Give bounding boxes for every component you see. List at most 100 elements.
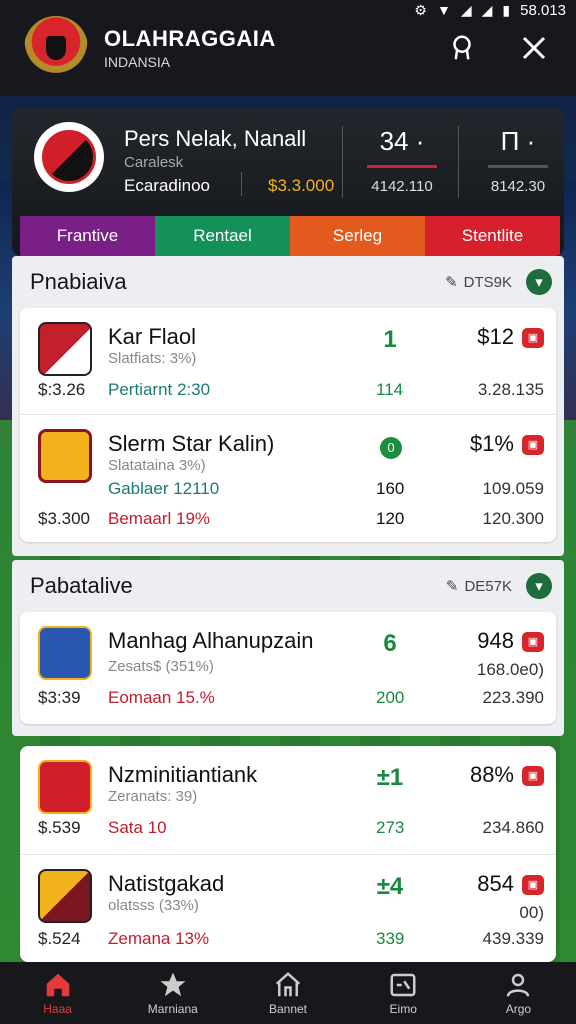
app-title: OLAHRAGGAIA: [104, 26, 276, 51]
federation-logo-icon: [24, 16, 88, 80]
team-total: 109.059: [482, 479, 544, 498]
list-item[interactable]: Natistgakad olatsss (33%) Zemana 13% $.5…: [20, 854, 556, 962]
divider: [241, 172, 242, 196]
team-total-secondary: 439.339: [482, 929, 544, 948]
club-summary-card[interactable]: Pers Nelak, Nanall Caralesk Ecaradinoo $…: [12, 108, 564, 256]
list-item[interactable]: Manhag Alhanupzain Zesats$ (351%) Eomaan…: [20, 612, 556, 724]
tab-stentlite[interactable]: Stentlite: [425, 216, 560, 256]
team-score: ±4: [376, 873, 404, 900]
section-tag[interactable]: ✎ DTS9K: [445, 273, 512, 292]
tab-rentael[interactable]: Rentael: [155, 216, 290, 256]
nav-favorites-label: Marniana: [147, 1002, 198, 1016]
team-number-secondary: 120: [376, 509, 405, 528]
club-crest-icon: [34, 122, 104, 192]
team-crest-icon: [38, 322, 92, 376]
team-name: Manhag Alhanupzain: [108, 628, 314, 653]
team-name: Kar Flaol: [108, 324, 197, 349]
match-card: Manhag Alhanupzain Zesats$ (351%) Eomaan…: [20, 612, 556, 724]
flag-icon[interactable]: ▣: [522, 632, 544, 652]
category-tabs: Frantive Rentael Serleg Stentlite: [20, 216, 560, 256]
team-name: Slerm Star Kalin): [108, 431, 275, 456]
team-price: 854: [477, 871, 514, 896]
list-item[interactable]: Kar Flaol Slatfiats: 3%) Pertiarnt 2:30 …: [20, 308, 556, 414]
expand-button[interactable]: ▾: [526, 269, 552, 295]
nav-favorites[interactable]: Marniana: [115, 962, 230, 1024]
section-header: Pnabiaiva ✎ DTS9K ▾: [12, 256, 564, 308]
app-subtitle: INDANSIA: [104, 54, 171, 70]
signal-icon: ◢: [460, 1, 472, 18]
brand-block: OLAHRAGGAIA INDANSIA: [104, 26, 276, 70]
nav-stadium[interactable]: Bannet: [230, 962, 345, 1024]
tab-frantive[interactable]: Frantive: [20, 216, 155, 256]
team-meta: Slatataina 3%): [108, 457, 206, 474]
list-item[interactable]: Nzminitiantiank Zeranats: 39) Sata 10 $.…: [20, 746, 556, 854]
close-button[interactable]: [516, 30, 552, 66]
team-detail-secondary: Bemaarl 19%: [108, 509, 211, 528]
stadium-icon: [275, 972, 301, 997]
nav-account[interactable]: Argo: [461, 962, 576, 1024]
flag-icon[interactable]: ▣: [522, 875, 544, 895]
chevron-down-icon: ▾: [535, 578, 543, 595]
team-total-secondary: 223.390: [482, 688, 544, 707]
flag-icon[interactable]: ▣: [522, 766, 544, 786]
team-value-left: $3:39: [38, 688, 81, 707]
team-total: 168.0e0): [476, 660, 544, 679]
stat-primary: 34 · 4142.110: [362, 126, 442, 195]
team-score: 1: [383, 326, 397, 353]
header-actions: [444, 30, 552, 66]
stat-secondary-value: Π ·: [500, 126, 536, 156]
settings-status-icon: ⚙: [414, 1, 427, 18]
team-price: 88%: [469, 762, 514, 787]
star-icon: [160, 972, 186, 997]
team-score: 0: [380, 437, 402, 459]
nav-scores[interactable]: Eimo: [346, 962, 461, 1024]
home-icon: [46, 973, 69, 997]
search-icon: [453, 35, 471, 60]
stat-primary-value: 34 ·: [379, 126, 425, 156]
stat-secondary: Π · 8142.30: [478, 126, 558, 195]
team-crest-icon: [38, 869, 92, 923]
section-tag-label: DTS9K: [463, 273, 512, 291]
wifi-icon: ▼: [436, 2, 451, 18]
chevron-down-icon: ▾: [535, 274, 543, 291]
team-detail: Gablaer 12110: [108, 479, 220, 498]
search-button[interactable]: [444, 30, 480, 66]
section-tag[interactable]: ✎ DE57K: [445, 577, 512, 596]
flag-icon[interactable]: ▣: [522, 435, 544, 455]
team-value-left: $.524: [38, 929, 81, 948]
team-price: $1%: [469, 431, 514, 456]
match-card: Kar Flaol Slatfiats: 3%) Pertiarnt 2:30 …: [20, 308, 556, 542]
match-card: Nzminitiantiank Zeranats: 39) Sata 10 $.…: [20, 746, 556, 962]
team-total: 00): [519, 903, 544, 922]
team-detail: Eomaan 15.%: [108, 688, 215, 707]
close-icon: [522, 36, 546, 60]
status-bar: ⚙ ▼ ◢ ◢ ▮ 58.013: [0, 0, 576, 20]
section-title: Pnabiaiva: [30, 269, 127, 294]
team-crest-icon: [38, 760, 92, 814]
team-total: 3.28.135: [477, 380, 544, 399]
team-score: 6: [383, 630, 397, 657]
divider: [342, 126, 343, 198]
team-detail: Sata 10: [108, 818, 167, 837]
nav-home[interactable]: Haaa: [0, 962, 115, 1024]
team-price: $12: [477, 324, 514, 349]
team-total-secondary: 120.300: [482, 509, 544, 528]
team-value-left: $3.300: [38, 509, 90, 528]
nav-home-label: Haaa: [43, 1002, 72, 1016]
flag-icon[interactable]: ▣: [522, 328, 544, 348]
bottom-nav: Haaa Marniana Bannet Eimo Argo: [0, 962, 576, 1024]
section-title: Pabatalive: [30, 573, 133, 598]
signal-icon-2: ◢: [481, 1, 493, 18]
battery-icon: ▮: [502, 1, 511, 18]
list-item[interactable]: Slerm Star Kalin) Slatataina 3%) Gablaer…: [20, 414, 556, 542]
edit-icon: ✎: [445, 578, 459, 595]
nav-account-label: Argo: [505, 1002, 532, 1016]
team-number: 273: [376, 818, 405, 837]
status-time: 58.013: [520, 1, 566, 19]
section-pnabiaiva: Pnabiaiva ✎ DTS9K ▾ Kar Flaol Slatfiats:…: [12, 256, 564, 556]
scoreboard-icon: [390, 973, 416, 997]
section-tag-label: DE57K: [464, 577, 512, 595]
club-name: Pers Nelak, Nanall: [124, 126, 307, 151]
tab-serleg[interactable]: Serleg: [290, 216, 425, 256]
expand-button[interactable]: ▾: [526, 573, 552, 599]
